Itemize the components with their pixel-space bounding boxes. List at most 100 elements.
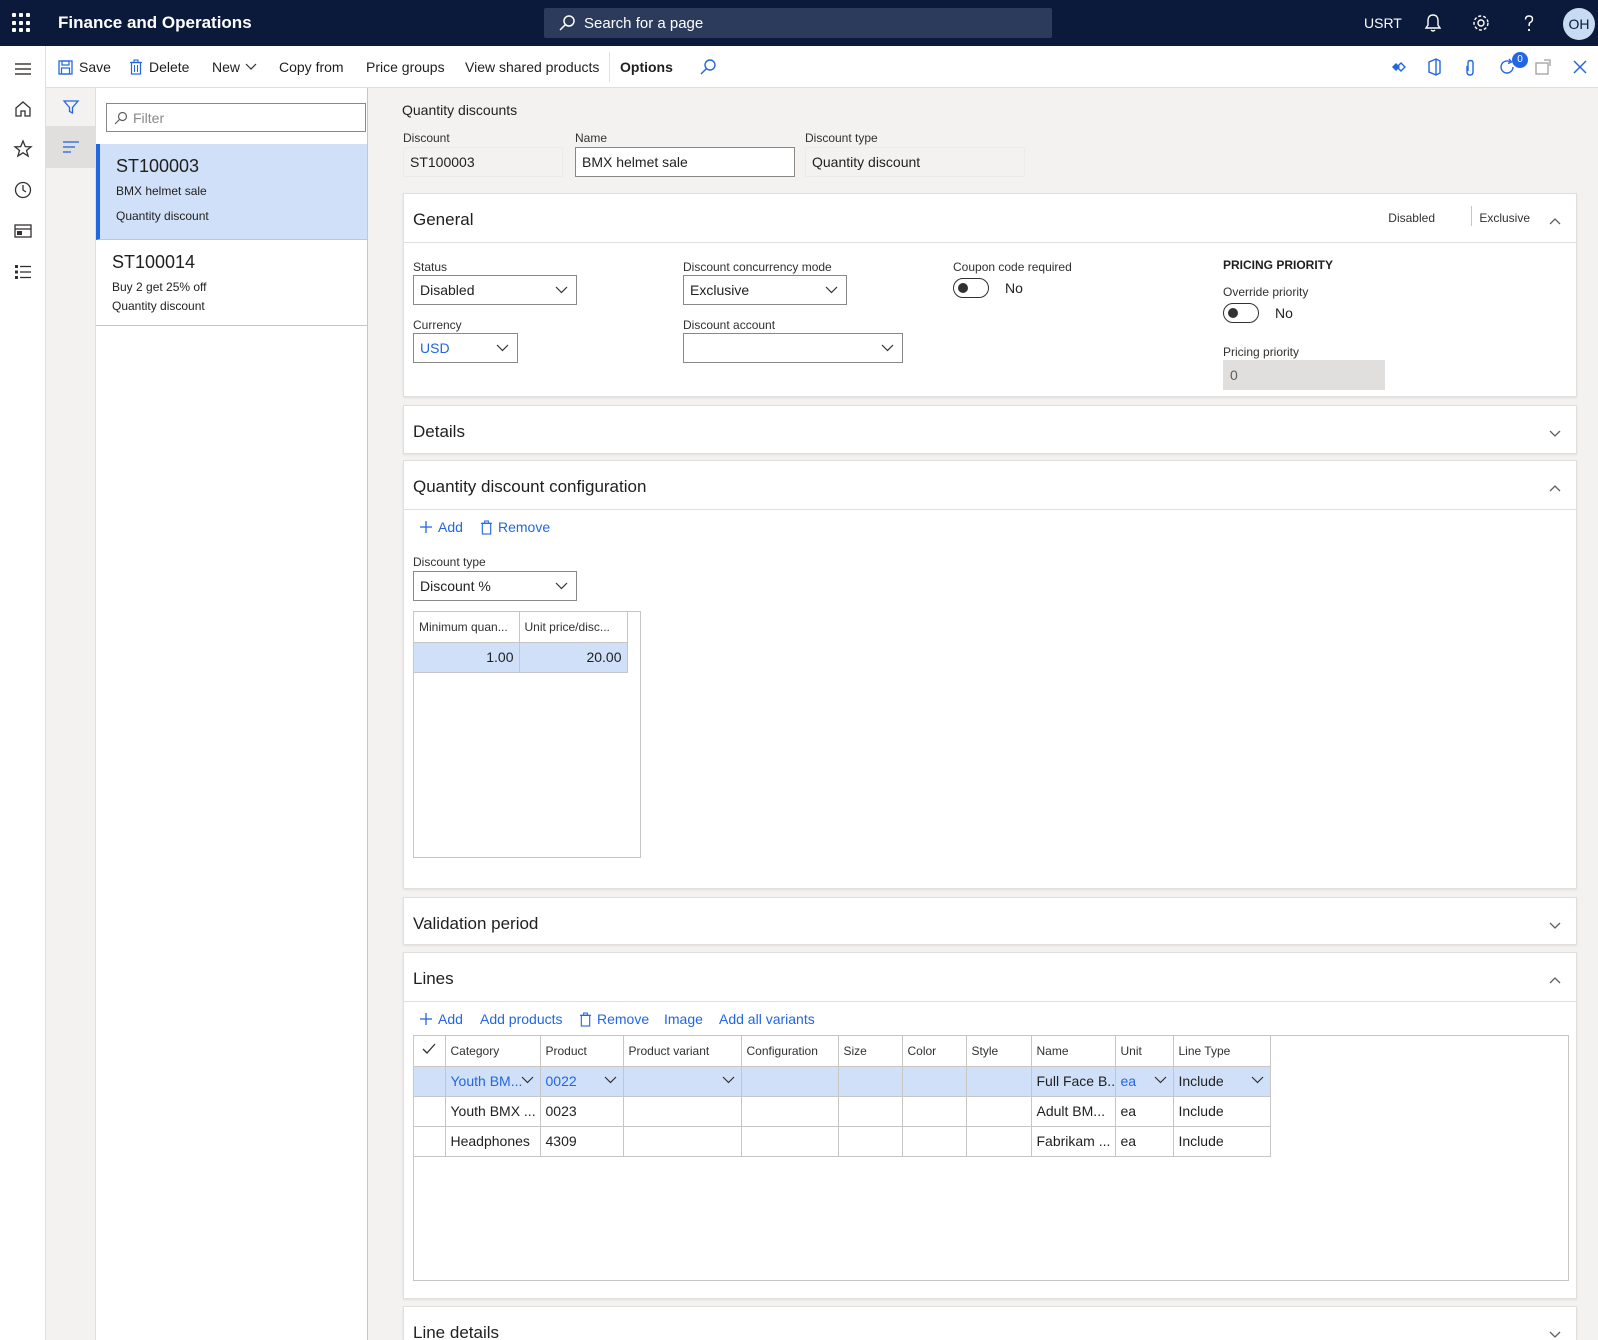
concurrency-mode-select[interactable]: Exclusive xyxy=(683,275,847,305)
unit-cell[interactable]: ea xyxy=(1115,1096,1174,1127)
discount-account-select[interactable] xyxy=(683,333,903,363)
lines-section-title[interactable]: Lines xyxy=(413,969,454,989)
column-header-product[interactable]: Product xyxy=(540,1036,624,1067)
bell-icon[interactable] xyxy=(1422,12,1444,34)
configuration-cell[interactable] xyxy=(741,1096,839,1127)
category-cell[interactable]: Youth BM... xyxy=(445,1066,541,1097)
line-type-cell[interactable]: Include xyxy=(1173,1096,1271,1127)
column-header-product-variant[interactable]: Product variant xyxy=(623,1036,742,1067)
lines-add-button[interactable]: Add xyxy=(419,1011,463,1027)
chevron-down-icon[interactable] xyxy=(1548,1327,1562,1340)
table-row[interactable]: Youth BMX ... 0023 Adult BM... ea Includ… xyxy=(414,1096,1271,1127)
category-cell[interactable]: Youth BMX ... xyxy=(445,1096,541,1127)
row-checkbox[interactable] xyxy=(414,1066,446,1097)
product-cell[interactable]: 0023 xyxy=(540,1096,624,1127)
attachment-icon[interactable] xyxy=(1460,57,1480,77)
options-tab[interactable]: Options xyxy=(620,59,673,75)
product-variant-cell[interactable] xyxy=(623,1066,742,1097)
price-groups-button[interactable]: Price groups xyxy=(366,59,445,75)
product-variant-cell[interactable] xyxy=(623,1126,742,1157)
help-icon[interactable] xyxy=(1518,12,1540,34)
column-header-line-type[interactable]: Line Type xyxy=(1173,1036,1271,1067)
min-qty-cell[interactable]: 1.00 xyxy=(414,642,520,673)
currency-select[interactable]: USD xyxy=(413,333,518,363)
configuration-cell[interactable] xyxy=(741,1126,839,1157)
configuration-cell[interactable] xyxy=(741,1066,839,1097)
discount-type-field[interactable]: Quantity discount xyxy=(805,147,1025,177)
chevron-up-icon[interactable] xyxy=(1548,481,1562,495)
coupon-code-toggle[interactable] xyxy=(953,278,989,298)
open-new-window-icon[interactable] xyxy=(1533,57,1553,77)
line-type-cell[interactable]: Include xyxy=(1173,1066,1271,1097)
select-all-checkbox[interactable] xyxy=(414,1036,446,1067)
list-item[interactable]: ST100014 Buy 2 get 25% off Quantity disc… xyxy=(96,240,367,326)
action-search-icon[interactable] xyxy=(698,57,718,77)
close-icon[interactable] xyxy=(1570,57,1590,77)
recent-clock-icon[interactable] xyxy=(12,179,34,201)
new-dropdown-button[interactable]: New xyxy=(212,59,257,75)
table-row[interactable]: Youth BM... 0022 Full Face B... ea Inclu… xyxy=(414,1066,1271,1097)
view-shared-products-button[interactable]: View shared products xyxy=(465,59,599,75)
chevron-up-icon[interactable] xyxy=(1548,214,1562,228)
general-section-title[interactable]: General xyxy=(413,210,473,230)
modules-list-icon[interactable] xyxy=(12,261,34,283)
column-header-name[interactable]: Name xyxy=(1031,1036,1116,1067)
chevron-down-icon[interactable] xyxy=(1548,918,1562,932)
name-field[interactable]: BMX helmet sale xyxy=(575,147,795,177)
column-header-unit[interactable]: Unit xyxy=(1115,1036,1174,1067)
name-cell[interactable]: Adult BM... xyxy=(1031,1096,1116,1127)
favorites-star-icon[interactable] xyxy=(12,138,34,160)
override-priority-toggle[interactable] xyxy=(1223,303,1259,323)
unit-cell[interactable]: ea xyxy=(1115,1126,1174,1157)
unit-price-cell[interactable]: 20.00 xyxy=(519,642,628,673)
refresh-icon[interactable] xyxy=(1497,57,1517,77)
style-cell[interactable] xyxy=(966,1126,1032,1157)
line-type-cell[interactable]: Include xyxy=(1173,1126,1271,1157)
app-title[interactable]: Finance and Operations xyxy=(58,13,252,33)
color-cell[interactable] xyxy=(902,1066,967,1097)
row-checkbox[interactable] xyxy=(414,1126,446,1157)
discount-id-field[interactable]: ST100003 xyxy=(403,147,563,177)
avatar[interactable]: OH xyxy=(1563,8,1595,40)
size-cell[interactable] xyxy=(838,1096,903,1127)
product-cell[interactable]: 4309 xyxy=(540,1126,624,1157)
column-header-category[interactable]: Category xyxy=(445,1036,541,1067)
size-cell[interactable] xyxy=(838,1126,903,1157)
column-header-configuration[interactable]: Configuration xyxy=(741,1036,839,1067)
gear-icon[interactable] xyxy=(1470,12,1492,34)
details-section-title[interactable]: Details xyxy=(413,422,465,442)
workspaces-icon[interactable] xyxy=(12,220,34,242)
delete-button[interactable]: Delete xyxy=(129,59,189,75)
column-header-min-qty[interactable]: Minimum quan... xyxy=(414,612,520,643)
category-cell[interactable]: Headphones xyxy=(445,1126,541,1157)
style-cell[interactable] xyxy=(966,1066,1032,1097)
filter-input[interactable]: Filter xyxy=(106,103,366,132)
unit-cell[interactable]: ea xyxy=(1115,1066,1174,1097)
office-icon[interactable] xyxy=(1424,57,1444,77)
qty-discount-type-select[interactable]: Discount % xyxy=(413,571,577,601)
qty-remove-button[interactable]: Remove xyxy=(480,519,550,535)
company-picker[interactable]: USRT xyxy=(1364,15,1402,31)
name-cell[interactable]: Fabrikam ... xyxy=(1031,1126,1116,1157)
row-checkbox[interactable] xyxy=(414,1096,446,1127)
lines-remove-button[interactable]: Remove xyxy=(579,1011,649,1027)
power-apps-icon[interactable] xyxy=(1388,57,1408,77)
image-button[interactable]: Image xyxy=(664,1011,703,1027)
status-select[interactable]: Disabled xyxy=(413,275,577,305)
copy-from-button[interactable]: Copy from xyxy=(279,59,344,75)
chevron-up-icon[interactable] xyxy=(1548,973,1562,987)
home-icon[interactable] xyxy=(12,98,34,120)
product-cell[interactable]: 0022 xyxy=(540,1066,624,1097)
list-item[interactable]: ST100003 BMX helmet sale Quantity discou… xyxy=(96,144,367,240)
table-row[interactable]: 1.00 20.00 xyxy=(414,642,628,673)
name-cell[interactable]: Full Face B... xyxy=(1031,1066,1116,1097)
hamburger-menu-icon[interactable] xyxy=(12,58,34,80)
search-page-box[interactable]: Search for a page xyxy=(544,8,1052,38)
color-cell[interactable] xyxy=(902,1096,967,1127)
column-header-style[interactable]: Style xyxy=(966,1036,1032,1067)
column-header-size[interactable]: Size xyxy=(838,1036,903,1067)
line-details-title[interactable]: Line details xyxy=(413,1323,499,1340)
color-cell[interactable] xyxy=(902,1126,967,1157)
save-button[interactable]: Save xyxy=(58,59,111,75)
add-all-variants-button[interactable]: Add all variants xyxy=(719,1011,815,1027)
